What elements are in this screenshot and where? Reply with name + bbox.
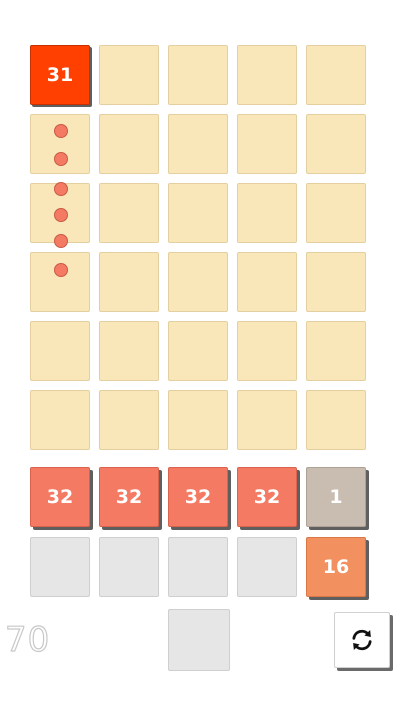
grid-cell[interactable]: [168, 321, 228, 381]
grid-cell[interactable]: [237, 321, 297, 381]
grid-cell[interactable]: [168, 45, 228, 105]
grid-cell[interactable]: [306, 183, 366, 243]
grid-cell[interactable]: [306, 45, 366, 105]
grid-cell[interactable]: [237, 252, 297, 312]
grid-cell[interactable]: [168, 390, 228, 450]
tray-tile[interactable]: 32: [168, 467, 228, 527]
grid-cell[interactable]: [99, 183, 159, 243]
trail-dot: [54, 208, 68, 222]
grid-cell[interactable]: [99, 114, 159, 174]
tray-tile[interactable]: 1: [306, 467, 366, 527]
grid-cell[interactable]: [306, 390, 366, 450]
grid-cell[interactable]: [30, 252, 90, 312]
grid-cell[interactable]: [237, 183, 297, 243]
grid-cell[interactable]: [306, 252, 366, 312]
refresh-icon: [352, 629, 372, 651]
grid-cell[interactable]: [30, 321, 90, 381]
trail-dot: [54, 234, 68, 248]
active-tile[interactable]: 31: [30, 45, 90, 105]
grid-cell[interactable]: [306, 321, 366, 381]
tray-tile[interactable]: 32: [99, 467, 159, 527]
empty-slot[interactable]: [237, 537, 297, 597]
empty-slot[interactable]: [99, 537, 159, 597]
next-tile-slot: [168, 609, 230, 671]
trail-dot: [54, 263, 68, 277]
grid-cell[interactable]: [30, 390, 90, 450]
grid-cell[interactable]: [99, 252, 159, 312]
trail-dot: [54, 152, 68, 166]
grid-cell[interactable]: [99, 45, 159, 105]
empty-slot[interactable]: [30, 537, 90, 597]
grid-cell[interactable]: [168, 252, 228, 312]
tray-tile[interactable]: 32: [30, 467, 90, 527]
grid-cell[interactable]: [99, 321, 159, 381]
grid-cell[interactable]: [99, 390, 159, 450]
side-tile[interactable]: 16: [306, 537, 366, 597]
grid-cell[interactable]: [237, 45, 297, 105]
empty-slot[interactable]: [168, 537, 228, 597]
trail-dot: [54, 124, 68, 138]
refresh-button[interactable]: [334, 612, 390, 668]
tray-tile[interactable]: 32: [237, 467, 297, 527]
grid-cell[interactable]: [168, 183, 228, 243]
trail-dot: [54, 182, 68, 196]
grid-cell[interactable]: [237, 390, 297, 450]
score-display: 70: [4, 619, 51, 660]
grid-cell[interactable]: [237, 114, 297, 174]
grid-cell[interactable]: [168, 114, 228, 174]
grid-cell[interactable]: [306, 114, 366, 174]
